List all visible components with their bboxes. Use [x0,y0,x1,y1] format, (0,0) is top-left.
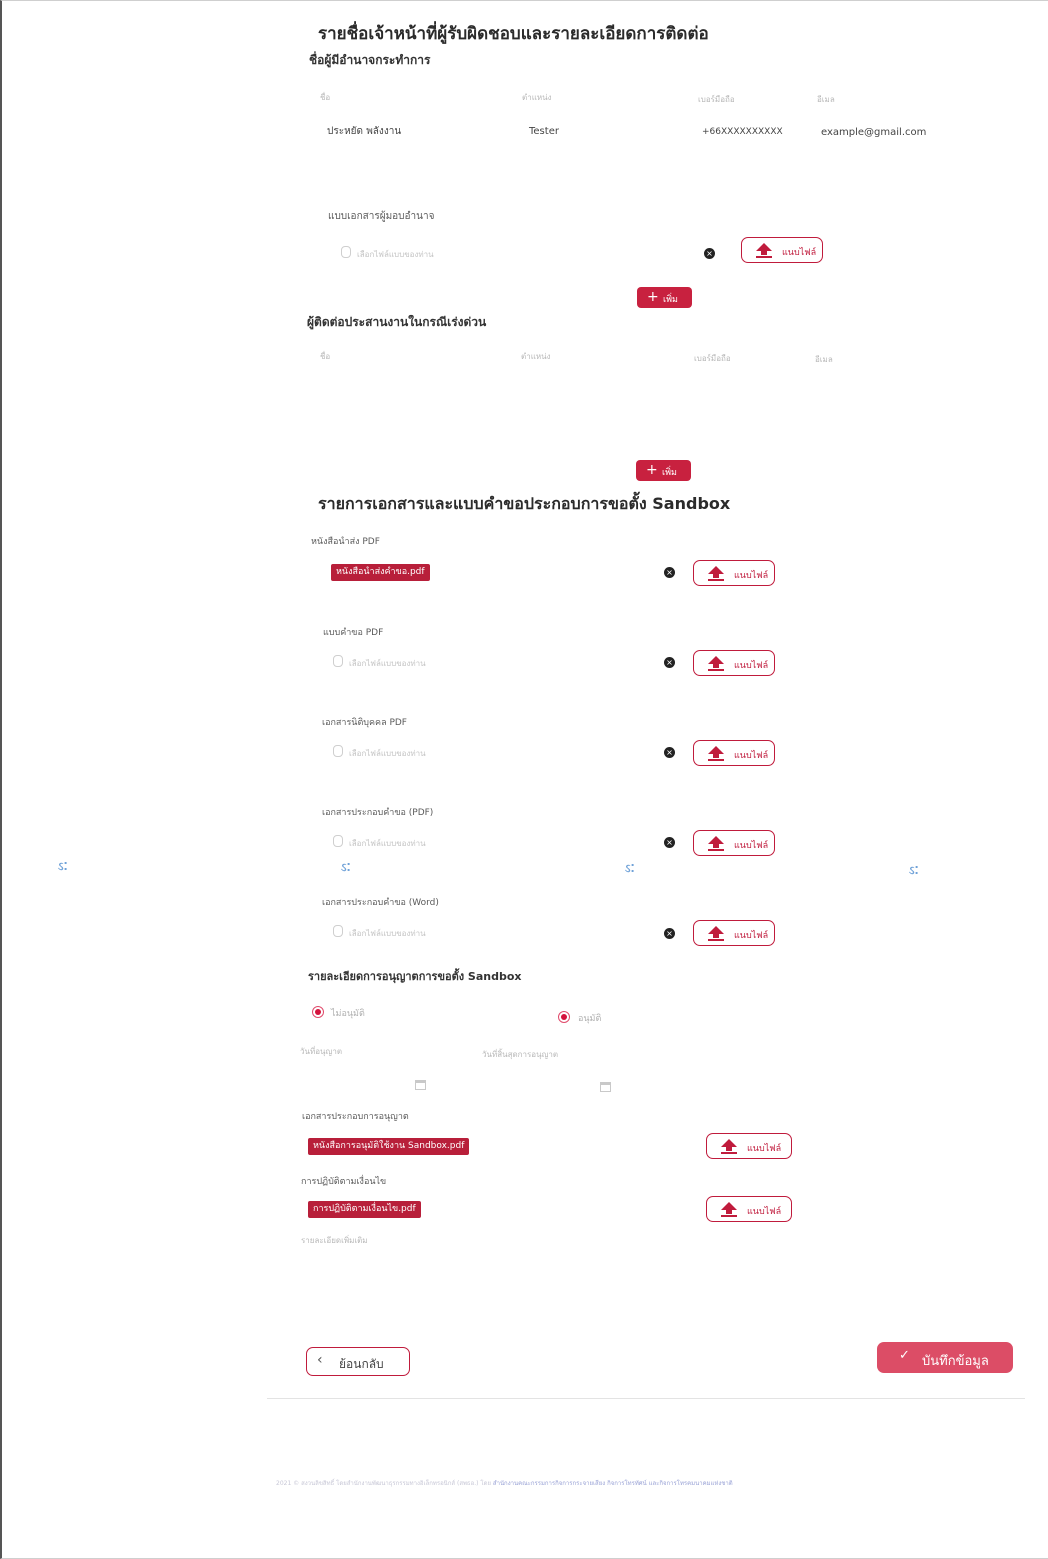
calendar-icon[interactable] [600,1082,611,1092]
section-title-documents: รายการเอกสารและแบบคำขอประกอบการขอตั้ง Sa… [318,494,731,513]
doc-upload-button[interactable]: แนบไฟล์ [693,920,775,946]
scan-artifact: ઽ⁚ [625,862,635,875]
doc-label: เอกสารประกอบคำขอ (Word) [322,898,439,908]
authorized-email: example@gmail.com [821,127,927,138]
clear-file-icon[interactable]: × [664,837,675,848]
upload-label: แนบไฟล์ [734,571,769,581]
footer-text: 2021 © สงวนลิขสิทธิ์ โดยสำนักงานพัฒนาธุร… [276,1480,491,1487]
upload-icon [721,1139,737,1154]
doc-upload-button[interactable]: แนบไฟล์ [693,650,775,676]
authorized-subtitle: ชื่อผู้มีอำนาจกระทำการ [309,53,431,67]
upload-label: แนบไฟล์ [734,751,769,761]
permit-file-chip[interactable]: หนังสือการอนุมัติใช้งาน Sandbox.pdf [308,1138,470,1155]
back-label: ย้อนกลับ [339,1357,384,1371]
section-title-contacts: รายชื่อเจ้าหน้าที่ผู้รับผิดชอบและรายละเอ… [318,24,709,44]
upload-icon [708,926,724,941]
upload-label: แนบไฟล์ [734,661,769,671]
uploaded-file-chip[interactable]: หนังสือนำส่งคำขอ.pdf [331,564,430,581]
radio-approve[interactable] [558,1011,570,1023]
clear-file-icon[interactable]: × [664,747,675,758]
radio-approve-label: อนุมัติ [578,1014,602,1024]
upload-icon [708,746,724,761]
upload-icon [708,656,724,671]
proxy-upload-button[interactable]: แนบไฟล์ [741,237,823,263]
authorized-name: ประหยัด พลังงาน [327,126,402,137]
doc-upload-button[interactable]: แนบไฟล์ [693,740,775,766]
plus-icon: + [647,289,659,305]
clear-file-icon[interactable]: × [664,657,675,668]
conditions-upload-button[interactable]: แนบไฟล์ [706,1196,792,1222]
chevron-left-icon: ‹ [317,1352,323,1368]
scan-artifact: ઽ⁚ [341,861,351,874]
plus-icon: + [646,462,658,478]
upload-icon [708,836,724,851]
doc-file-input[interactable]: เลือกไฟล์แบบของท่าน [349,837,426,850]
upload-label: แนบไฟล์ [734,841,769,851]
paperclip-icon [333,925,343,937]
paperclip-icon [333,835,343,847]
upload-icon [721,1202,737,1217]
authorized-phone: +66XXXXXXXXXX [702,127,783,137]
doc-file-input[interactable]: เลือกไฟล์แบบของท่าน [349,927,426,940]
permit-docs-label: เอกสารประกอบการอนุญาต [302,1112,409,1122]
clear-file-icon[interactable]: × [704,248,715,259]
urgent-col-email: อีเมล [815,355,833,364]
urgent-col-position: ตำแหน่ง [521,352,551,361]
doc-upload-button[interactable]: แนบไฟล์ [693,560,775,586]
proxy-file-input[interactable]: เลือกไฟล์แบบของท่าน [357,248,434,261]
upload-label: แนบไฟล์ [747,1144,782,1154]
doc-file-input[interactable]: เลือกไฟล์แบบของท่าน [349,747,426,760]
save-button[interactable]: ✓ บันทึกข้อมูล [877,1342,1013,1373]
check-icon: ✓ [899,1348,910,1363]
col-email: อีเมล [817,95,835,104]
add-authorized-button[interactable]: + เพิ่ม [637,287,692,308]
section-title-permit: รายละเอียดการอนุญาตการขอตั้ง Sandbox [308,970,522,983]
upload-label: แนบไฟล์ [747,1207,782,1217]
proxy-doc-label: แบบเอกสารผู้มอบอำนาจ [328,211,435,222]
footer-org-link[interactable]: สำนักงานคณะกรรมการกิจการกระจายเสียง กิจก… [493,1480,733,1487]
upload-icon [756,243,772,258]
doc-file-input[interactable]: เลือกไฟล์แบบของท่าน [349,657,426,670]
radio-reject-label: ไม่อนุมัติ [331,1009,365,1019]
permit-upload-button[interactable]: แนบไฟล์ [706,1133,792,1159]
add-label: เพิ่ม [662,468,677,478]
col-phone: เบอร์มือถือ [698,95,735,104]
authorized-position: Tester [529,126,559,137]
doc-label: แบบคำขอ PDF [323,628,384,638]
urgent-col-phone: เบอร์มือถือ [694,354,731,363]
col-position: ตำแหน่ง [522,93,552,102]
calendar-icon[interactable] [415,1080,426,1090]
paperclip-icon [333,745,343,757]
scan-artifact: ઽ⁚ [58,860,68,873]
back-button[interactable]: ‹ ย้อนกลับ [306,1347,410,1376]
radio-reject[interactable] [312,1006,324,1018]
conditions-label: การปฏิบัติตามเงื่อนไข [301,1177,387,1187]
footer-divider [267,1398,1025,1399]
clear-file-icon[interactable]: × [664,928,675,939]
urgent-col-name: ชื่อ [320,352,331,361]
add-label: เพิ่ม [663,295,678,305]
paperclip-icon [333,655,343,667]
page-frame [0,0,1048,1559]
clear-file-icon[interactable]: × [664,567,675,578]
add-urgent-button[interactable]: + เพิ่ม [636,460,691,481]
upload-icon [708,566,724,581]
extra-details-label: รายละเอียดเพิ่มเติม [301,1236,368,1245]
doc-label: เอกสารประกอบคำขอ (PDF) [322,808,434,818]
end-date-label: วันที่สิ้นสุดการอนุญาต [482,1050,559,1059]
conditions-file-chip[interactable]: การปฏิบัติตามเงื่อนไข.pdf [308,1201,421,1218]
scan-artifact: ઽ⁚ [909,864,919,877]
start-date-label: วันที่อนุญาต [300,1047,343,1056]
upload-label: แนบไฟล์ [782,248,817,258]
footer: 2021 © สงวนลิขสิทธิ์ โดยสำนักงานพัฒนาธุร… [276,1478,733,1488]
save-label: บันทึกข้อมูล [922,1354,989,1369]
urgent-subtitle: ผู้ติดต่อประสานงานในกรณีเร่งด่วน [307,315,487,329]
doc-label: เอกสารนิติบุคคล PDF [322,718,407,728]
col-name: ชื่อ [320,93,331,102]
upload-label: แนบไฟล์ [734,931,769,941]
doc-upload-button[interactable]: แนบไฟล์ [693,830,775,856]
paperclip-icon [341,246,351,258]
doc-label: หนังสือนำส่ง PDF [311,537,380,547]
